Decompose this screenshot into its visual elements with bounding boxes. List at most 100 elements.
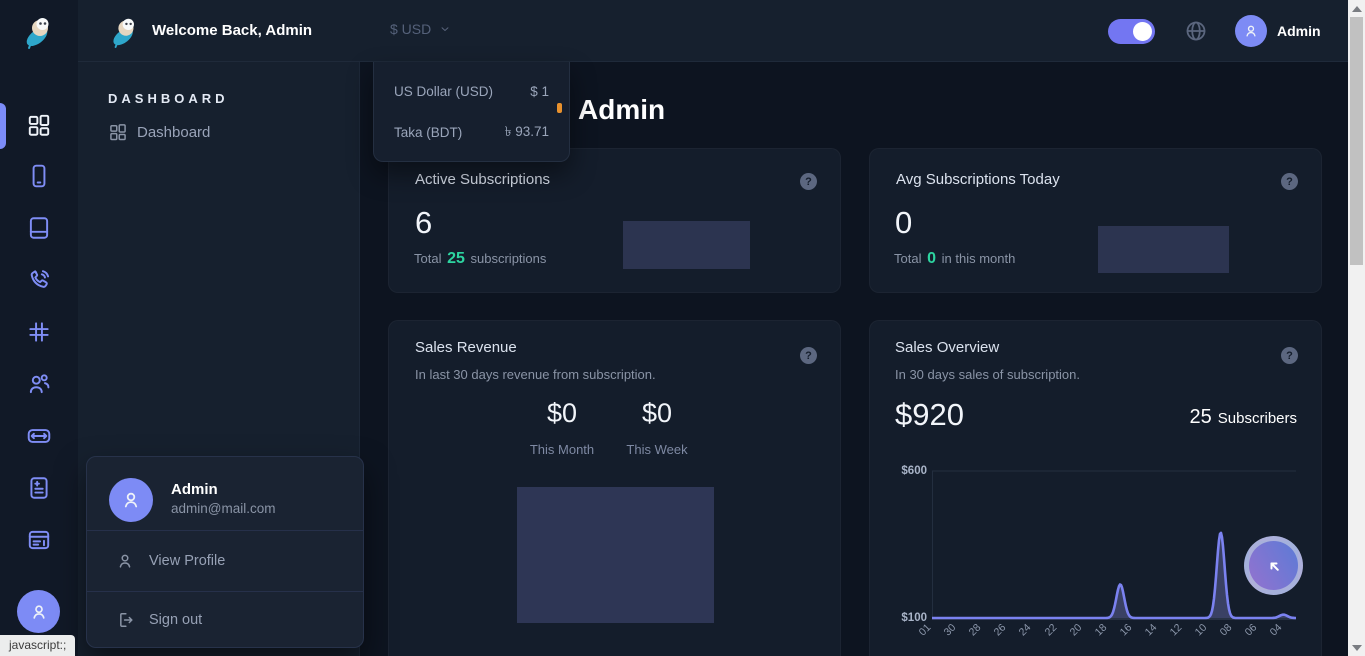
scrollbar-up-arrow[interactable] (1352, 6, 1362, 12)
total-highlight: 0 (927, 250, 936, 267)
help-icon[interactable]: ? (800, 347, 817, 364)
sign-out-icon (115, 610, 135, 630)
card-subtitle: In 30 days sales of subscription. (895, 367, 1080, 382)
sidebar-item-dashboard[interactable]: Dashboard (108, 122, 210, 142)
total-suffix: subscriptions (471, 251, 547, 266)
card-title: Sales Overview (895, 339, 999, 356)
currency-dropdown-trigger[interactable]: $ USD (390, 21, 451, 37)
revenue-month-value: $0 (514, 398, 610, 429)
app-logo[interactable] (21, 11, 57, 51)
scrollbar-thumb[interactable] (1350, 17, 1363, 265)
scrollbar-down-arrow[interactable] (1352, 645, 1362, 651)
rail-item-dashboard[interactable] (26, 112, 52, 138)
currency-option-bdt[interactable]: Taka (BDT) ৳ 93.71 (374, 112, 569, 153)
view-profile-button[interactable]: View Profile (87, 530, 363, 591)
header-logo[interactable] (108, 12, 142, 50)
scroll-top-button[interactable] (1244, 536, 1303, 595)
rail-item-transactions[interactable] (26, 423, 52, 449)
scrollbar[interactable] (1348, 0, 1365, 656)
currency-name: US Dollar (USD) (394, 84, 493, 99)
subscribers-count-block: 25 Subscribers (1100, 406, 1297, 429)
theme-toggle[interactable] (1108, 19, 1155, 44)
page-title: Admin (578, 94, 665, 126)
card-avg-subscriptions: Avg Subscriptions Today ? 0 Total 0 in t… (869, 148, 1322, 293)
total-suffix: in this month (942, 251, 1016, 266)
tablet-icon (26, 215, 52, 241)
chevron-down-icon (439, 23, 451, 35)
currency-rate: $ 1 (530, 84, 549, 99)
active-subscriptions-total: Total 25 subscriptions (414, 250, 546, 268)
card-active-subscriptions: Active Subscriptions ? 6 Total 25 subscr… (388, 148, 841, 293)
rail-item-calls[interactable] (26, 267, 52, 293)
cursor-arrow-icon (1262, 554, 1286, 578)
avg-subscriptions-value: 0 (895, 205, 912, 241)
profile-name: Admin (171, 481, 218, 498)
hash-grid-icon (26, 319, 52, 345)
subscribers-count: 25 (1190, 406, 1212, 428)
globe-icon (1184, 19, 1208, 43)
toggle-knob (1133, 22, 1152, 41)
app-screen: Welcome Back, Admin $ USD Admin DASHBOAR… (0, 0, 1365, 656)
mini-chart-placeholder (1098, 226, 1229, 273)
mobile-phone-icon (26, 163, 52, 189)
card-title: Active Subscriptions (415, 171, 550, 188)
x-axis-labels: 013028262422201816141210080604 (894, 622, 1306, 652)
swap-arrows-icon (26, 423, 52, 449)
profile-email: admin@mail.com (171, 501, 275, 516)
active-subscriptions-value: 6 (415, 205, 432, 241)
card-sales-revenue: Sales Revenue In last 30 days revenue fr… (388, 320, 841, 656)
sign-out-button[interactable]: Sign out (87, 591, 363, 648)
rail-item-invoices[interactable] (26, 475, 52, 501)
icon-rail (0, 0, 78, 656)
help-icon[interactable]: ? (1281, 173, 1298, 190)
active-nav-indicator (0, 103, 6, 149)
person-icon (1242, 22, 1260, 40)
rail-item-tablet[interactable] (26, 215, 52, 241)
total-highlight: 25 (447, 250, 465, 267)
revenue-week-value: $0 (609, 398, 705, 429)
rail-item-mobile[interactable] (26, 163, 52, 189)
rail-item-users[interactable] (26, 371, 52, 397)
card-title: Avg Subscriptions Today (896, 171, 1060, 188)
revenue-month-block: $0 This Month (514, 398, 610, 457)
person-icon (119, 488, 143, 512)
currency-dropdown-menu: US Dollar (USD) $ 1 Taka (BDT) ৳ 93.71 (373, 62, 570, 162)
help-icon[interactable]: ? (1281, 347, 1298, 364)
dashboard-grid-icon (108, 122, 128, 142)
sidebar-section-title: DASHBOARD (108, 91, 229, 106)
header-user-name[interactable]: Admin (1277, 23, 1321, 39)
currency-trigger-label: $ USD (390, 21, 431, 37)
invoice-document-icon (26, 475, 52, 501)
sign-out-label: Sign out (149, 612, 202, 628)
card-subtitle: In last 30 days revenue from subscriptio… (415, 367, 656, 382)
header-user-avatar[interactable] (1235, 15, 1267, 47)
greeting-emoji-fragment (557, 103, 562, 113)
currency-name: Taka (BDT) (394, 125, 462, 140)
person-icon (28, 601, 50, 623)
welcome-text: Welcome Back, Admin (152, 22, 312, 39)
sidebar-item-label: Dashboard (137, 124, 210, 141)
chart-line (932, 533, 1296, 618)
view-profile-label: View Profile (149, 553, 225, 569)
mini-chart-placeholder (623, 221, 750, 269)
rail-item-reports[interactable] (26, 527, 52, 553)
sales-overview-total: $920 (895, 397, 964, 433)
top-header: Welcome Back, Admin $ USD Admin (78, 0, 1348, 62)
profile-popup: Admin admin@mail.com View Profile Sign o… (86, 456, 364, 648)
currency-rate: ৳ 93.71 (505, 121, 549, 144)
users-icon (26, 371, 52, 397)
rail-profile-button[interactable] (17, 590, 60, 633)
help-icon[interactable]: ? (800, 173, 817, 190)
revenue-week-label: This Week (609, 442, 705, 457)
link-status-bar: javascript:; (0, 635, 75, 656)
person-icon (115, 551, 135, 571)
revenue-chart-placeholder (517, 487, 714, 623)
sales-chart-plot (932, 470, 1296, 620)
profile-avatar (109, 478, 153, 522)
rail-item-packages[interactable] (26, 319, 52, 345)
currency-option-usd[interactable]: US Dollar (USD) $ 1 (374, 71, 569, 112)
language-globe-button[interactable] (1184, 19, 1208, 43)
subscribers-label: Subscribers (1218, 410, 1297, 427)
y-axis-label-top: $600 (894, 465, 927, 477)
browser-list-icon (26, 527, 52, 553)
